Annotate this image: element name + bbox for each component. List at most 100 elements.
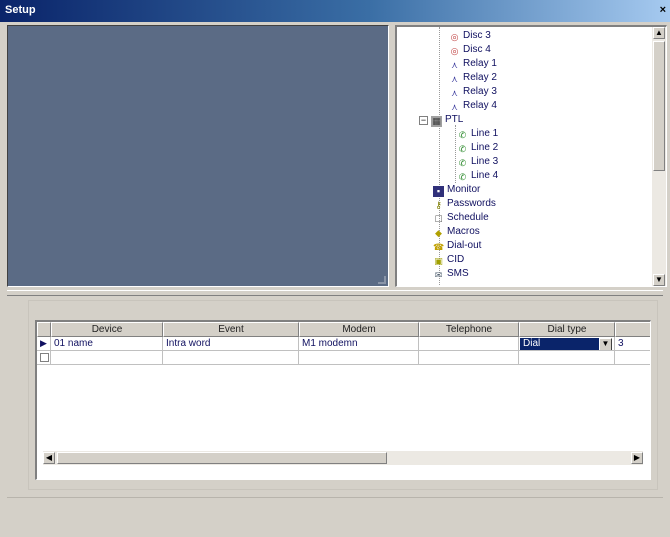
cell-device[interactable]: 01 name — [51, 337, 163, 351]
key-icon: ⚷ — [435, 200, 442, 210]
tree-item-ptl[interactable]: ▦ PTL — [431, 113, 463, 127]
col-header-event[interactable]: Event — [163, 322, 299, 337]
tree-item-relay-2[interactable]: ⋏ Relay 2 — [449, 71, 497, 85]
tree-item-dial-out[interactable]: ☎ Dial-out — [433, 239, 481, 253]
cell-event[interactable]: Intra word — [163, 337, 299, 351]
tree-item-line-4[interactable]: ✆ Line 4 — [457, 169, 499, 183]
scroll-right-icon[interactable]: ▶ — [631, 452, 643, 464]
tree-item-relay-1[interactable]: ⋏ Relay 1 — [449, 57, 497, 71]
bottom-bar — [7, 497, 663, 533]
tree-item-line-2[interactable]: ✆ Line 2 — [457, 141, 499, 155]
tree-item-label: PTL — [445, 114, 464, 125]
resize-grip-icon[interactable] — [378, 276, 386, 284]
table-row[interactable] — [37, 351, 650, 365]
cell-telephone[interactable] — [419, 351, 519, 365]
dial-out-grid[interactable]: Device Event Modem Telephone Dial type ▶… — [35, 320, 651, 480]
line-icon: ✆ — [458, 130, 467, 140]
tree-item-label: Relay 4 — [463, 100, 497, 111]
scroll-left-icon[interactable]: ◀ — [43, 452, 55, 464]
cell-event[interactable] — [163, 351, 299, 365]
cell-modem[interactable] — [299, 351, 419, 365]
tree-item-label: Line 2 — [471, 142, 499, 153]
col-header-dial-type[interactable]: Dial type — [519, 322, 615, 337]
tree-item-label: Relay 2 — [463, 72, 497, 83]
preview-panel — [7, 25, 389, 287]
tree-item-relay-3[interactable]: ⋏ Relay 3 — [449, 85, 497, 99]
tree-item-schedule[interactable]: ☐ Schedule — [433, 211, 489, 225]
close-icon[interactable]: × — [660, 4, 666, 16]
disc-icon: ◎ — [450, 46, 459, 56]
tree-item-label: Line 4 — [471, 170, 499, 181]
col-header-extra[interactable] — [615, 322, 650, 337]
macro-icon: ◆ — [435, 228, 442, 238]
title-bar[interactable]: Setup × — [0, 0, 670, 22]
tree-item-label: Disc 3 — [463, 30, 491, 41]
tree-item-disc-4[interactable]: ◎ Disc 4 — [449, 43, 491, 57]
disc-icon: ◎ — [450, 32, 459, 42]
upper-pane: − ◎ Disc 3 ◎ Disc 4 ⋏ Relay 1 ⋏ Relay 2 ⋏ Rel… — [7, 25, 667, 287]
dial-icon: ☎ — [433, 242, 445, 252]
tree-item-sms[interactable]: ✉ SMS — [433, 267, 469, 281]
tree-item-label: CID — [447, 254, 465, 265]
line-icon: ✆ — [458, 172, 467, 182]
scroll-thumb[interactable] — [653, 41, 665, 171]
tree-vertical-scrollbar[interactable]: ▲ ▼ — [652, 27, 666, 286]
tree-item-disc-3[interactable]: ◎ Disc 3 — [449, 29, 491, 43]
grid-header: Device Event Modem Telephone Dial type — [37, 322, 650, 337]
tree-item-label: Relay 3 — [463, 86, 497, 97]
col-header-modem[interactable]: Modem — [299, 322, 419, 337]
tree-item-monitor[interactable]: ▪ Monitor — [433, 183, 480, 197]
relay-icon: ⋏ — [451, 88, 458, 98]
tree-item-macros[interactable]: ◆ Macros — [433, 225, 480, 239]
scroll-up-icon[interactable]: ▲ — [653, 27, 665, 39]
tree-item-label: Line 1 — [471, 128, 499, 139]
col-header-indicator — [37, 322, 51, 337]
scroll-down-icon[interactable]: ▼ — [653, 274, 665, 286]
row-indicator[interactable] — [37, 351, 51, 365]
table-row[interactable]: ▶ 01 name Intra word M1 modemn Dial ▼ 3 — [37, 337, 650, 351]
tree-item-label: Passwords — [447, 198, 496, 209]
monitor-icon: ▪ — [433, 186, 444, 197]
cell-telephone[interactable] — [419, 337, 519, 351]
cid-icon: ▣ — [434, 256, 443, 266]
col-header-telephone[interactable]: Telephone — [419, 322, 519, 337]
relay-icon: ⋏ — [451, 74, 458, 84]
setup-window: Setup × − ◎ Disc 3 ◎ Disc 4 ⋏ Relay 1 ⋏ Rela… — [0, 0, 670, 537]
cell-extra[interactable] — [615, 351, 650, 365]
tree-connector-line-ptl — [455, 125, 456, 183]
scroll-thumb[interactable] — [57, 452, 387, 464]
pane-splitter[interactable] — [7, 290, 663, 296]
lower-pane: Device Event Modem Telephone Dial type ▶… — [28, 300, 658, 490]
tree-item-line-3[interactable]: ✆ Line 3 — [457, 155, 499, 169]
current-row-icon: ▶ — [40, 338, 47, 348]
new-row-icon — [40, 353, 49, 362]
relay-icon: ⋏ — [451, 60, 458, 70]
tree-item-relay-4[interactable]: ⋏ Relay 4 — [449, 99, 497, 113]
tree-item-label: Dial-out — [447, 240, 482, 251]
tree-item-passwords[interactable]: ⚷ Passwords — [433, 197, 496, 211]
tree-item-label: Schedule — [447, 212, 489, 223]
tree-item-label: Disc 4 — [463, 44, 491, 55]
settings-tree[interactable]: − ◎ Disc 3 ◎ Disc 4 ⋏ Relay 1 ⋏ Relay 2 ⋏ Rel… — [395, 25, 667, 287]
cell-modem[interactable]: M1 modemn — [299, 337, 419, 351]
dial-type-select[interactable]: Dial ▼ — [520, 338, 612, 350]
cell-device[interactable] — [51, 351, 163, 365]
sms-icon: ✉ — [434, 270, 443, 280]
tree-item-label: SMS — [447, 268, 469, 279]
cell-extra[interactable]: 3 — [615, 337, 650, 351]
tree-item-label: Macros — [447, 226, 480, 237]
tree-item-label: Monitor — [447, 184, 481, 195]
grid-horizontal-scrollbar[interactable]: ◀ ▶ — [43, 451, 643, 465]
schedule-icon: ☐ — [434, 214, 443, 224]
cell-dial-type[interactable]: Dial ▼ — [519, 337, 615, 351]
row-indicator[interactable]: ▶ — [37, 337, 51, 351]
dial-type-value: Dial — [523, 338, 541, 349]
col-header-device[interactable]: Device — [51, 322, 163, 337]
tree-item-cid[interactable]: ▣ CID — [433, 253, 464, 267]
ptl-expander-icon[interactable]: − — [419, 116, 428, 125]
tree-item-label: Line 3 — [471, 156, 499, 167]
cell-dial-type[interactable] — [519, 351, 615, 365]
window-title: Setup — [5, 4, 36, 16]
chevron-down-icon[interactable]: ▼ — [599, 338, 612, 350]
tree-item-line-1[interactable]: ✆ Line 1 — [457, 127, 499, 141]
